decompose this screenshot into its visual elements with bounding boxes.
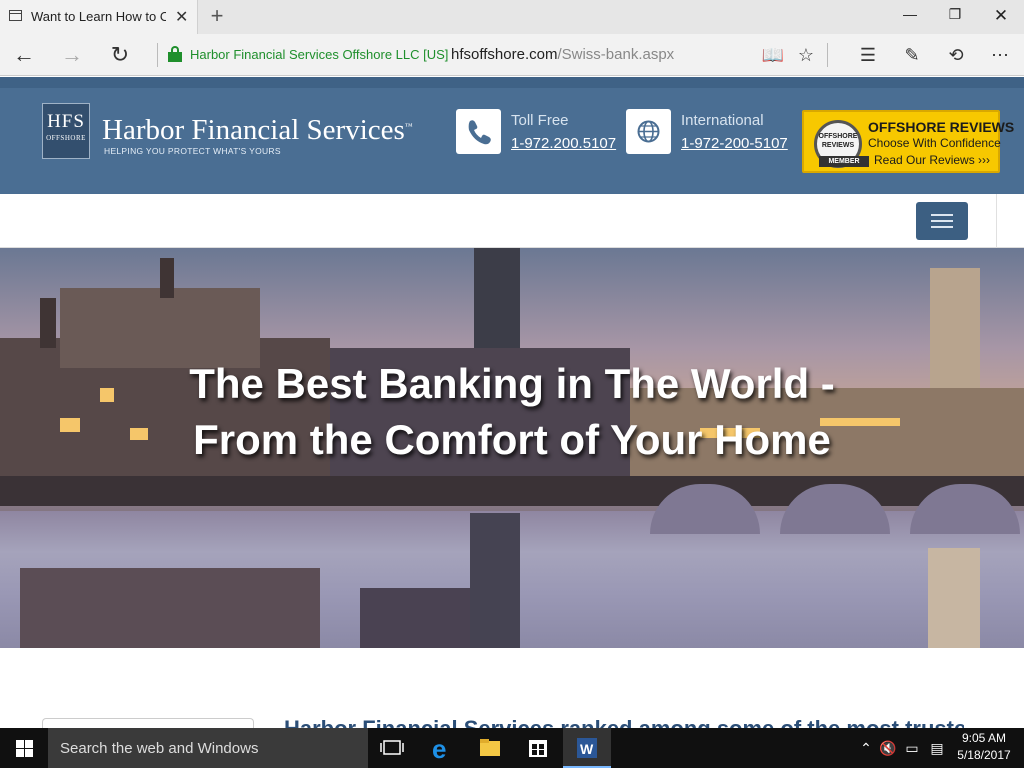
section-heading: Harbor Financial Services ranked among s… — [284, 718, 964, 728]
toolbar-divider — [157, 43, 158, 67]
page-icon — [9, 10, 22, 21]
logo[interactable]: HFS OFFSHORE — [42, 103, 90, 159]
offshore-reviews-badge[interactable]: OFFSHORE REVIEWS MEMBER OFFSHORE REVIEWS… — [802, 110, 1014, 173]
lock-icon[interactable] — [168, 46, 182, 62]
web-note-icon[interactable]: ✎ — [899, 43, 925, 67]
brand-name[interactable]: Harbor Financial Services™ — [102, 114, 413, 147]
badge-title: OFFSHORE REVIEWS — [868, 119, 1015, 135]
tab-title: Want to Learn How to O — [31, 9, 166, 24]
minimize-button[interactable]: — — [895, 6, 925, 28]
forward-icon[interactable]: → — [58, 42, 86, 68]
globe-icon — [626, 109, 671, 154]
reviews-member-seal: OFFSHORE REVIEWS MEMBER — [814, 120, 869, 168]
international-number[interactable]: 1-972-200-5107 — [681, 135, 788, 152]
browser-tab[interactable]: Want to Learn How to O ✕ — [0, 0, 198, 34]
action-center-icon[interactable]: ▤ — [928, 738, 946, 758]
brand-tagline: HELPING YOU PROTECT WHAT'S YOURS — [104, 146, 281, 156]
refresh-icon[interactable]: ↻ — [106, 42, 134, 68]
windows-taskbar: Search the web and Windows e W ⌃ 🔇 ▭ ▤ 9… — [0, 728, 1024, 768]
share-icon[interactable]: ⟲ — [943, 43, 969, 67]
windows-start-icon[interactable] — [0, 728, 48, 768]
word-icon[interactable]: W — [563, 728, 611, 768]
svg-text:e: e — [432, 734, 446, 764]
hero-spire — [40, 298, 56, 348]
taskbar-search-placeholder: Search the web and Windows — [60, 740, 259, 757]
toll-free-label: Toll Free — [511, 112, 569, 129]
url-domain: hfsoffshore.com — [451, 46, 558, 63]
clock-date[interactable]: 5/18/2017 — [955, 748, 1013, 762]
site-nav — [0, 194, 1024, 248]
taskbar-search-box[interactable]: Search the web and Windows — [48, 728, 368, 768]
file-explorer-icon[interactable] — [466, 728, 514, 768]
svg-text:W: W — [580, 741, 594, 757]
toll-free-number[interactable]: 1-972.200.5107 — [511, 135, 616, 152]
hero-banner: The Best Banking in The World - From the… — [0, 248, 1024, 648]
badge-subtitle: Choose With Confidence — [868, 136, 1001, 150]
address-field[interactable]: hfsoffshore.com/Swiss-bank.aspx — [451, 46, 674, 63]
international-label: International — [681, 112, 764, 129]
restore-button[interactable]: ❐ — [940, 6, 970, 28]
hero-clock-tower — [930, 268, 980, 398]
url-path: /Swiss-bank.aspx — [557, 46, 675, 63]
new-tab-button[interactable]: + — [206, 3, 228, 29]
logo-initials: HFS — [47, 111, 85, 132]
back-icon[interactable]: ← — [10, 42, 38, 68]
hamburger-menu-button[interactable] — [916, 202, 968, 240]
clock-time[interactable]: 9:05 AM — [955, 731, 1013, 745]
browser-tab-bar: Want to Learn How to O ✕ + — ❐ ✕ — [0, 0, 1024, 34]
close-tab-icon[interactable]: ✕ — [175, 7, 188, 27]
hub-icon[interactable]: ☰ — [855, 43, 881, 67]
network-icon[interactable]: ▭ — [903, 738, 921, 758]
certificate-name[interactable]: Harbor Financial Services Offshore LLC [… — [190, 47, 448, 62]
hero-title: The Best Banking in The World - From the… — [189, 360, 835, 463]
favorite-star-icon[interactable]: ☆ — [793, 43, 819, 67]
store-icon[interactable] — [514, 728, 562, 768]
volume-muted-icon[interactable]: 🔇 — [879, 738, 897, 758]
toolbar-divider — [827, 43, 828, 67]
task-view-icon[interactable] — [368, 728, 416, 768]
phone-icon — [456, 109, 501, 154]
close-window-button[interactable]: ✕ — [986, 6, 1016, 28]
show-hidden-icons[interactable]: ⌃ — [857, 738, 875, 758]
hero-spire — [160, 258, 174, 298]
reading-view-icon[interactable]: 📖 — [760, 43, 786, 67]
logo-subtext: OFFSHORE — [46, 134, 86, 142]
read-reviews-link[interactable]: Read Our Reviews ››› — [874, 153, 990, 167]
site-header: HFS OFFSHORE Harbor Financial Services™ … — [0, 77, 1024, 194]
edge-icon[interactable]: e — [418, 728, 466, 768]
address-toolbar: ← → ↻ Harbor Financial Services Offshore… — [0, 34, 1024, 76]
more-icon[interactable]: ⋯ — [987, 43, 1013, 67]
